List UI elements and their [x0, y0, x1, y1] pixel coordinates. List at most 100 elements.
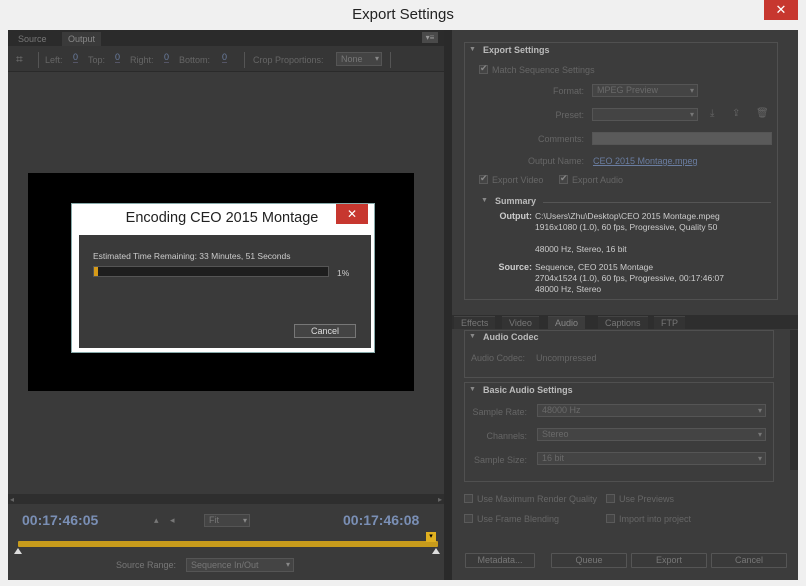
- format-select[interactable]: MPEG Preview ▾: [592, 84, 698, 97]
- set-out-point-icon[interactable]: ◂: [170, 515, 175, 526]
- zoom-fit-select[interactable]: Fit ▾: [204, 514, 250, 527]
- export-settings-header: Export Settings: [483, 45, 550, 55]
- tab-audio[interactable]: Audio: [548, 316, 586, 329]
- chevron-down-icon: ▾: [757, 430, 762, 439]
- comments-label: Comments:: [537, 134, 584, 144]
- summary-output-line: C:\Users\Zhu\Desktop\CEO 2015 Montage.mp…: [535, 211, 720, 221]
- save-preset-icon[interactable]: ⤓: [710, 108, 714, 119]
- encoding-dialog-body: Estimated Time Remaining: 33 Minutes, 51…: [79, 235, 371, 348]
- audio-codec-header: Audio Codec: [483, 332, 539, 342]
- checkbox-icon: [464, 514, 473, 523]
- channels-select[interactable]: Stereo ▾: [537, 428, 766, 441]
- import-into-project-checkbox[interactable]: Import into project: [606, 514, 691, 524]
- sample-rate-value: 48000 Hz: [542, 405, 581, 415]
- duration-timecode: 00:17:46:08: [343, 512, 420, 528]
- format-value: MPEG Preview: [597, 85, 659, 95]
- tab-source[interactable]: Source: [12, 32, 53, 46]
- output-name-label: Output Name:: [527, 156, 584, 166]
- divider: [390, 52, 391, 68]
- max-render-quality-label: Use Maximum Render Quality: [477, 494, 598, 504]
- out-point-handle[interactable]: [432, 548, 440, 554]
- tab-ftp[interactable]: FTP: [654, 316, 685, 329]
- timeline-range-bar[interactable]: [18, 541, 438, 547]
- export-audio-checkbox[interactable]: Export Audio: [559, 173, 623, 185]
- divider: [38, 52, 39, 68]
- sample-rate-select[interactable]: 48000 Hz ▾: [537, 404, 766, 417]
- max-render-quality-checkbox[interactable]: Use Maximum Render Quality: [464, 494, 597, 504]
- title-bar: Export Settings ✕: [0, 0, 806, 30]
- summary-source-line: 48000 Hz, Stereo: [535, 284, 602, 294]
- audio-codec-value: Uncompressed: [536, 353, 597, 363]
- crop-proportions-select[interactable]: None ▾: [336, 52, 382, 66]
- channels-value: Stereo: [542, 429, 569, 439]
- summary-output-line: 48000 Hz, Stereo, 16 bit: [535, 244, 627, 254]
- summary-source-line: Sequence, CEO 2015 Montage: [535, 262, 654, 272]
- collapse-triangle-icon[interactable]: ▼: [469, 46, 476, 53]
- tab-effects[interactable]: Effects: [454, 316, 496, 329]
- settings-tabs: Effects Video Audio Captions FTP: [452, 315, 798, 329]
- output-name-link[interactable]: CEO 2015 Montage.mpeg: [593, 156, 698, 166]
- dialog-close-button[interactable]: ✕: [336, 204, 368, 224]
- current-timecode[interactable]: 00:17:46:05: [22, 512, 98, 528]
- export-video-checkbox[interactable]: Export Video: [479, 173, 543, 185]
- tab-output[interactable]: Output: [62, 32, 102, 46]
- chevron-down-icon: ▾: [285, 560, 290, 569]
- panel-menu-icon[interactable]: ▾≡: [422, 32, 438, 43]
- crop-right-input[interactable]: 0: [164, 52, 170, 63]
- encoding-cancel-button[interactable]: Cancel: [294, 324, 356, 338]
- source-range-select[interactable]: Sequence In/Out ▾: [186, 558, 294, 572]
- crop-icon[interactable]: ⌗: [16, 52, 30, 66]
- settings-vertical-scrollbar[interactable]: [790, 330, 798, 470]
- crop-right-label: Right:: [130, 55, 154, 65]
- sample-rate-label: Sample Rate:: [472, 407, 527, 417]
- cancel-button[interactable]: Cancel: [711, 553, 787, 568]
- crop-top-input[interactable]: 0: [115, 52, 121, 63]
- window-title: Export Settings: [352, 6, 454, 23]
- crop-bottom-input[interactable]: 0: [222, 52, 228, 63]
- sample-size-select[interactable]: 16 bit ▾: [537, 452, 766, 465]
- source-output-tabs: Source Output ▾≡: [8, 30, 444, 46]
- crop-left-input[interactable]: 0: [73, 52, 79, 63]
- checkbox-icon: [606, 514, 615, 523]
- source-range-label: Source Range:: [116, 560, 177, 570]
- tab-video[interactable]: Video: [502, 316, 539, 329]
- collapse-triangle-icon[interactable]: ▼: [469, 386, 476, 393]
- import-preset-icon[interactable]: ⇪: [732, 108, 740, 119]
- encoding-dialog: Encoding CEO 2015 Montage ✕ Estimated Ti…: [71, 203, 375, 353]
- comments-input[interactable]: [592, 132, 772, 145]
- audio-codec-label: Audio Codec:: [471, 353, 526, 363]
- tab-captions[interactable]: Captions: [598, 316, 648, 329]
- crop-proportions-label: Crop Proportions:: [253, 55, 324, 65]
- sample-size-value: 16 bit: [542, 453, 565, 463]
- zoom-fit-value: Fit: [209, 515, 219, 525]
- export-button[interactable]: Export: [631, 553, 707, 568]
- scroll-left-icon[interactable]: ◂: [10, 495, 14, 504]
- chevron-down-icon: ▾: [757, 454, 762, 463]
- collapse-triangle-icon[interactable]: ▼: [469, 333, 476, 340]
- chevron-down-icon: ▾: [689, 86, 694, 95]
- divider: [543, 202, 771, 203]
- time-remaining-text: Estimated Time Remaining: 33 Minutes, 51…: [93, 251, 291, 261]
- scroll-right-icon[interactable]: ▸: [438, 495, 442, 504]
- frame-blending-label: Use Frame Blending: [477, 514, 560, 524]
- crop-proportions-value: None: [341, 54, 363, 64]
- queue-button[interactable]: Queue: [551, 553, 627, 568]
- set-in-point-icon[interactable]: ▴: [154, 515, 159, 526]
- playhead-icon[interactable]: ▾: [426, 532, 436, 542]
- use-previews-checkbox[interactable]: Use Previews: [606, 494, 674, 504]
- metadata-button[interactable]: Metadata...: [465, 553, 535, 568]
- preview-horizontal-scrollbar[interactable]: ◂ ▸: [8, 494, 444, 504]
- panel-splitter[interactable]: [444, 30, 452, 580]
- sample-size-label: Sample Size:: [473, 455, 527, 465]
- window-close-button[interactable]: ✕: [764, 0, 798, 20]
- in-point-handle[interactable]: [14, 548, 22, 554]
- crop-top-label: Top:: [88, 55, 106, 65]
- checkbox-checked-icon: [479, 173, 488, 184]
- source-range-value: Sequence In/Out: [191, 560, 259, 570]
- delete-preset-icon[interactable]: 🗑: [756, 108, 769, 119]
- frame-blending-checkbox[interactable]: Use Frame Blending: [464, 514, 559, 524]
- checkbox-checked-icon: [559, 173, 568, 184]
- match-sequence-checkbox[interactable]: Match Sequence Settings: [479, 63, 595, 75]
- collapse-triangle-icon[interactable]: ▼: [481, 197, 488, 204]
- preset-select[interactable]: ▾: [592, 108, 698, 121]
